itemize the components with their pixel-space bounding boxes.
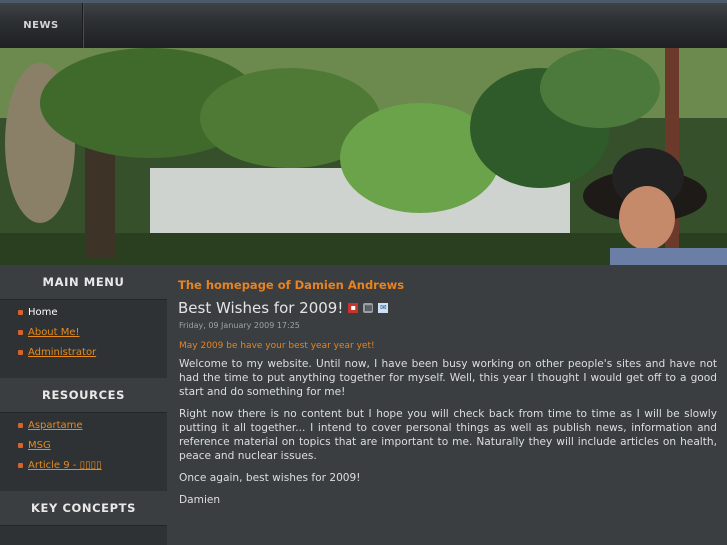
left-sidebar: MAIN MENU Home About Me! Administrator R… <box>0 265 167 545</box>
key-concepts-heading: KEY CONCEPTS <box>0 491 167 526</box>
resource-item-label: MSG <box>28 440 51 451</box>
pdf-icon[interactable]: ▪ <box>348 303 359 313</box>
article-signature: Damien <box>179 494 221 506</box>
header-banner-photo <box>0 48 727 265</box>
menu-item-about-me[interactable]: About Me! <box>18 327 80 338</box>
article-paragraph: Welcome to my website. Until now, I have… <box>179 358 717 398</box>
site-title: The homepage of Damien Andrews <box>178 278 405 292</box>
bullet-icon <box>18 350 23 355</box>
resource-item-label: Article 9 - ▯▯▯▯ <box>28 460 102 471</box>
menu-item-home[interactable]: Home <box>18 307 58 318</box>
menu-item-label: Home <box>28 307 58 318</box>
bullet-icon <box>18 310 23 315</box>
article-intro: May 2009 be have your best year year yet… <box>179 341 375 351</box>
article-title[interactable]: Best Wishes for 2009! <box>178 299 343 317</box>
main-content: The homepage of Damien Andrews Best Wish… <box>167 265 727 545</box>
article-heading: Best Wishes for 2009! ▪ ▤ ✉ <box>178 299 389 317</box>
menu-item-label: About Me! <box>28 327 80 338</box>
article-body: Welcome to my website. Until now, I have… <box>179 357 717 515</box>
main-menu-heading: MAIN MENU <box>0 265 167 300</box>
article-paragraph: Right now there is no content but I hope… <box>179 408 717 462</box>
resource-item-msg[interactable]: MSG <box>18 440 51 451</box>
print-icon[interactable]: ▤ <box>363 303 374 313</box>
nav-news[interactable]: NEWS <box>0 3 83 48</box>
bullet-icon <box>18 443 23 448</box>
resource-item-aspartame[interactable]: Aspartame <box>18 420 83 431</box>
bullet-icon <box>18 330 23 335</box>
article-paragraph: Once again, best wishes for 2009! <box>179 472 361 484</box>
resource-item-article-9[interactable]: Article 9 - ▯▯▯▯ <box>18 460 102 471</box>
resources-heading: RESOURCES <box>0 378 167 413</box>
menu-item-administrator[interactable]: Administrator <box>18 347 96 358</box>
top-navigation-bar: NEWS <box>0 0 727 48</box>
garden-photo-image <box>0 48 727 265</box>
email-icon[interactable]: ✉ <box>378 303 389 313</box>
article-date: Friday, 09 January 2009 17:25 <box>179 321 300 330</box>
menu-item-label: Administrator <box>28 347 97 358</box>
bullet-icon <box>18 463 23 468</box>
resource-item-label: Aspartame <box>28 420 83 431</box>
bullet-icon <box>18 423 23 428</box>
